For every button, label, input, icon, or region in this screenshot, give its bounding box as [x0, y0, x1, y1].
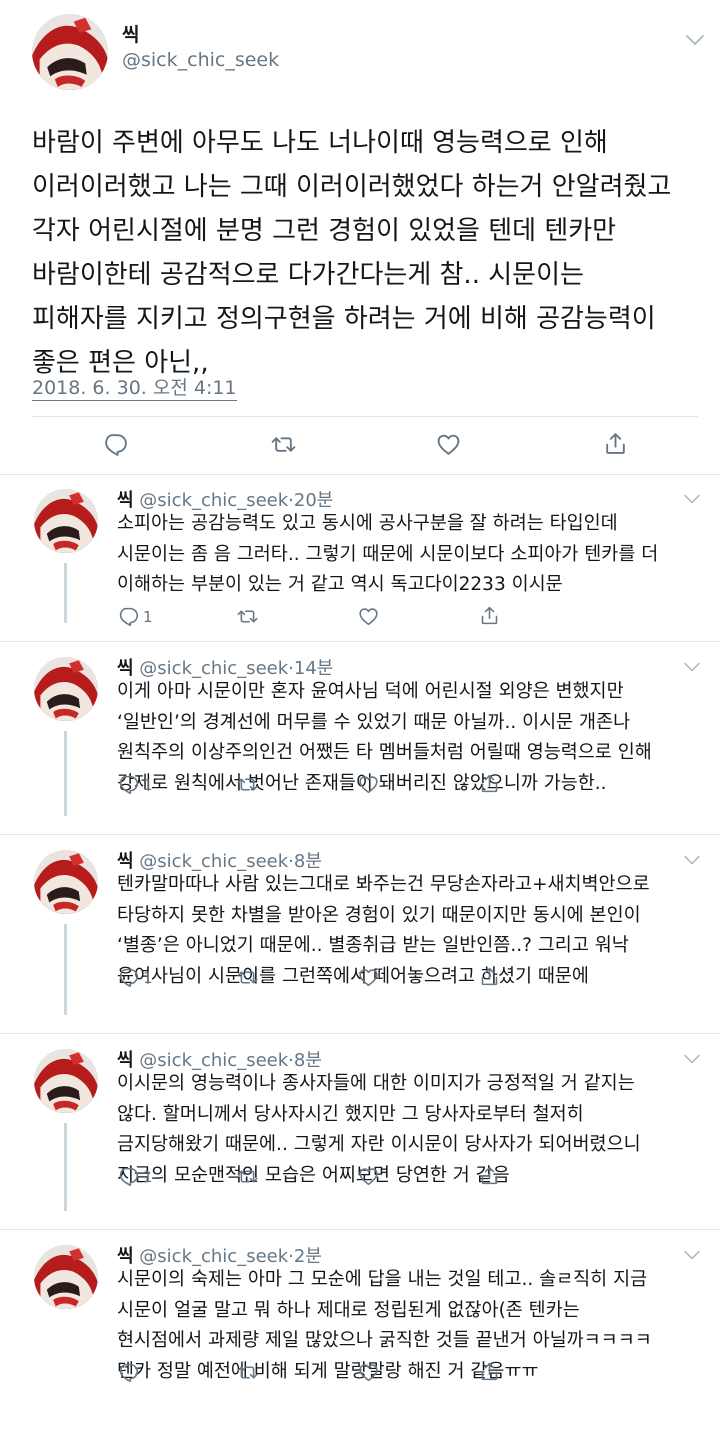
display-name[interactable]: 씩 [117, 1050, 134, 1071]
retweet-button[interactable] [236, 774, 263, 795]
heart-icon [358, 774, 379, 795]
reply-text: 이게 아마 시문이만 혼자 윤여사님 덕에 어린시절 외양은 변했지만 ‘일반인… [117, 681, 652, 794]
share-icon [479, 773, 500, 794]
reply-button[interactable]: 1 [118, 774, 153, 795]
heart-icon [358, 1166, 379, 1187]
avatar[interactable] [34, 1049, 98, 1113]
reply-button[interactable]: 1 [118, 606, 153, 627]
reply-count: 1 [143, 1167, 153, 1186]
share-icon [479, 1165, 500, 1186]
thread-line [64, 731, 67, 816]
retweet-icon [236, 774, 259, 795]
retweet-icon [236, 606, 259, 627]
like-button[interactable] [358, 1166, 383, 1187]
retweet-button[interactable] [236, 1166, 263, 1187]
avatar[interactable] [32, 14, 108, 90]
divider [0, 474, 720, 475]
like-button[interactable] [358, 967, 383, 988]
share-icon [479, 1361, 500, 1382]
avatar[interactable] [34, 657, 98, 721]
reply-time[interactable]: 8분 [294, 851, 322, 872]
retweet-button[interactable] [236, 1362, 263, 1383]
like-button[interactable] [358, 1362, 383, 1383]
reply-icon [118, 967, 139, 988]
chevron-down-icon[interactable] [682, 1051, 702, 1065]
display-name[interactable]: 씩 [117, 1246, 134, 1267]
reply-button[interactable] [118, 1362, 143, 1383]
share-button[interactable] [479, 1361, 500, 1382]
reply-time[interactable]: 2분 [294, 1246, 322, 1267]
retweet-button[interactable] [236, 606, 263, 627]
user-handle[interactable]: @sick_chic_seek [139, 1246, 288, 1267]
retweet-icon [270, 432, 297, 457]
reply-text: 텐카말마따나 사람 있는그대로 봐주는건 무당손자라고+새치벽안으로 타당하지 … [117, 874, 650, 987]
user-handle[interactable]: @sick_chic_seek [139, 490, 288, 511]
heart-icon [436, 432, 461, 457]
retweet-icon [236, 1362, 259, 1383]
divider [0, 834, 720, 835]
chevron-down-icon[interactable] [684, 32, 706, 48]
share-button[interactable] [479, 605, 500, 626]
retweet-button[interactable] [270, 432, 297, 457]
reply-time[interactable]: 14분 [294, 658, 333, 679]
retweet-icon [236, 967, 259, 988]
reply-button[interactable] [103, 432, 128, 457]
tweet-text: 바람이 주변에 아무도 나도 너나이때 영능력으로 인해 이러이러했고 나는 그… [32, 128, 672, 378]
heart-icon [358, 967, 379, 988]
reply-time[interactable]: 8분 [294, 1050, 322, 1071]
avatar[interactable] [34, 489, 98, 553]
display-name[interactable]: 씩 [117, 851, 134, 872]
reply-button[interactable]: 1 [118, 1166, 153, 1187]
retweet-button[interactable] [236, 967, 263, 988]
reply-count: 1 [143, 775, 153, 794]
tweet-timestamp[interactable]: 2018. 6. 30. 오전 4:11 [32, 376, 237, 401]
divider [0, 1033, 720, 1034]
chevron-down-icon[interactable] [682, 1247, 702, 1261]
share-button[interactable] [479, 1165, 500, 1186]
share-icon [479, 966, 500, 987]
display-name[interactable]: 씩 [122, 20, 139, 47]
avatar[interactable] [34, 1245, 98, 1309]
display-name[interactable]: 씩 [117, 490, 134, 511]
reply-text: 소피아는 공감능력도 있고 동시에 공사구분을 잘 하려는 타입인데 시문이는 … [117, 513, 659, 595]
share-icon [479, 605, 500, 626]
user-handle[interactable]: @sick_chic_seek [122, 49, 279, 71]
divider [0, 641, 720, 642]
reply-icon [118, 774, 139, 795]
like-button[interactable] [436, 432, 461, 457]
reply-icon [118, 1166, 139, 1187]
retweet-icon [236, 1166, 259, 1187]
share-button[interactable] [479, 966, 500, 987]
reply-icon [118, 1362, 139, 1383]
thread-line [64, 1123, 67, 1211]
chevron-down-icon[interactable] [682, 852, 702, 866]
user-handle[interactable]: @sick_chic_seek [139, 1050, 288, 1071]
reply-icon [118, 606, 139, 627]
heart-icon [358, 606, 379, 627]
like-button[interactable] [358, 774, 383, 795]
reply-icon [103, 432, 128, 457]
reply-button[interactable]: 1 [118, 967, 153, 988]
reply-text: 시문이의 숙제는 아마 그 모순에 답을 내는 것일 테고.. 솔ㄹ직히 지금 … [117, 1269, 652, 1382]
chevron-down-icon[interactable] [682, 659, 702, 673]
share-icon [603, 431, 628, 456]
user-handle[interactable]: @sick_chic_seek [139, 851, 288, 872]
share-button[interactable] [479, 773, 500, 794]
thread-line [64, 924, 67, 1015]
display-name[interactable]: 씩 [117, 658, 134, 679]
user-handle[interactable]: @sick_chic_seek [139, 658, 288, 679]
avatar[interactable] [34, 850, 98, 914]
divider [0, 1229, 720, 1230]
divider [32, 416, 698, 417]
heart-icon [358, 1362, 379, 1383]
reply-count: 1 [143, 607, 153, 626]
chevron-down-icon[interactable] [682, 491, 702, 505]
share-button[interactable] [603, 431, 628, 456]
thread-line [64, 563, 67, 623]
reply-time[interactable]: 20분 [294, 490, 333, 511]
like-button[interactable] [358, 606, 383, 627]
reply-text: 이시문의 영능력이나 종사자들에 대한 이미지가 긍정적일 거 같지는 않다. … [117, 1073, 641, 1186]
reply-count: 1 [143, 968, 153, 987]
